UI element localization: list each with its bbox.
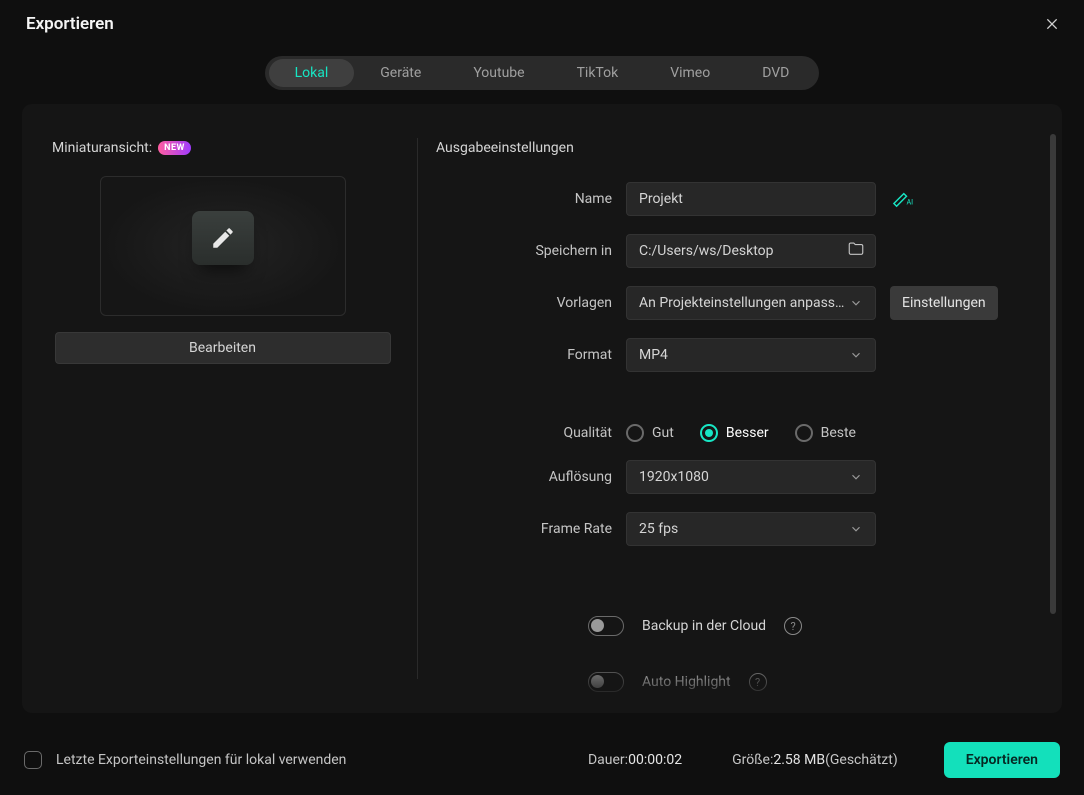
close-button[interactable] [1042, 14, 1062, 34]
resolution-select[interactable]: 1920x1080 [626, 460, 876, 494]
row-name: Name AI [436, 182, 1026, 216]
quality-radio-besser[interactable]: Besser [700, 424, 769, 442]
export-dialog: Exportieren Lokal Geräte Youtube TikTok … [0, 0, 1084, 795]
save-path-value: C:/Users/ws/Desktop [639, 243, 863, 259]
scrollbar-thumb[interactable] [1050, 134, 1056, 614]
row-save-in: Speichern in C:/Users/ws/Desktop [436, 234, 1026, 268]
remember-settings-label: Letzte Exporteinstellungen für lokal ver… [56, 752, 346, 768]
pencil-icon [210, 225, 236, 251]
settings-list: Name AI Speichern in C:/Users/ws/Desktop [436, 182, 1026, 702]
row-cloud-backup: Backup in der Cloud ? [436, 616, 1026, 636]
chevron-down-icon [849, 296, 863, 310]
quality-option-label: Beste [821, 425, 856, 441]
templates-select[interactable]: An Projekteinstellungen anpassen [626, 286, 876, 320]
label-framerate: Frame Rate [436, 521, 612, 537]
duration-value: 00:00:02 [628, 752, 682, 768]
label-format: Format [436, 347, 612, 363]
close-icon [1044, 16, 1060, 32]
browse-folder-button[interactable] [847, 240, 865, 262]
edit-thumbnail-button[interactable]: Bearbeiten [55, 332, 391, 364]
thumbnail-column: Miniaturansicht: NEW Bearbeiten [22, 104, 417, 713]
auto-highlight-label: Auto Highlight [642, 674, 731, 690]
dialog-footer: Letzte Exporteinstellungen für lokal ver… [0, 725, 1084, 795]
thumbnail-placeholder [192, 211, 254, 265]
auto-highlight-toggle[interactable] [588, 672, 624, 692]
main-panel: Miniaturansicht: NEW Bearbeiten Ausgabee… [22, 104, 1062, 713]
thumbnail-preview[interactable] [100, 176, 346, 316]
export-button[interactable]: Exportieren [944, 742, 1060, 778]
framerate-value: 25 fps [639, 521, 849, 537]
tab-geraete[interactable]: Geräte [354, 59, 447, 87]
size-suffix: (Geschätzt) [825, 752, 898, 768]
row-quality: Qualität Gut Besser Beste [436, 424, 1026, 442]
chevron-down-icon [849, 522, 863, 536]
settings-heading: Ausgabeeinstellungen [436, 140, 1026, 156]
help-icon[interactable]: ? [784, 617, 802, 635]
row-auto-highlight: Auto Highlight ? [436, 672, 1026, 692]
row-format: Format MP4 [436, 338, 1026, 372]
remember-settings-checkbox[interactable] [24, 751, 42, 769]
tab-dvd[interactable]: DVD [736, 59, 815, 87]
label-name: Name [436, 191, 612, 207]
folder-icon [847, 240, 865, 258]
row-templates: Vorlagen An Projekteinstellungen anpasse… [436, 286, 1026, 320]
quality-option-label: Besser [726, 425, 769, 441]
resolution-value: 1920x1080 [639, 469, 849, 485]
cloud-backup-label: Backup in der Cloud [642, 618, 766, 634]
quality-radio-beste[interactable]: Beste [795, 424, 856, 442]
quality-option-label: Gut [652, 425, 674, 441]
format-select[interactable]: MP4 [626, 338, 876, 372]
name-input-wrap [626, 182, 876, 216]
scrollbar-track[interactable] [1050, 134, 1056, 713]
size-value: 2.58 MB [773, 752, 825, 768]
tab-youtube[interactable]: Youtube [447, 59, 550, 87]
tab-tiktok[interactable]: TikTok [551, 59, 645, 87]
ai-name-button[interactable]: AI [890, 187, 914, 211]
duration-label: Dauer:00:00:02 [588, 752, 682, 768]
settings-column: Ausgabeeinstellungen Name AI Speichern i… [418, 104, 1062, 713]
tab-vimeo[interactable]: Vimeo [644, 59, 736, 87]
tab-lokal[interactable]: Lokal [269, 59, 355, 87]
label-templates: Vorlagen [436, 295, 612, 311]
dialog-title: Exportieren [26, 14, 114, 34]
framerate-select[interactable]: 25 fps [626, 512, 876, 546]
thumbnail-label: Miniaturansicht: [52, 140, 152, 156]
templates-value: An Projekteinstellungen anpassen [639, 295, 849, 311]
quality-radio-group: Gut Besser Beste [626, 424, 856, 442]
save-path-field[interactable]: C:/Users/ws/Desktop [626, 234, 876, 268]
row-framerate: Frame Rate 25 fps [436, 512, 1026, 546]
name-input[interactable] [639, 191, 863, 207]
help-icon[interactable]: ? [749, 673, 767, 691]
size-label: Größe:2.58 MB(Geschätzt) [732, 752, 898, 768]
row-resolution: Auflösung 1920x1080 [436, 460, 1026, 494]
label-save-in: Speichern in [436, 243, 612, 259]
format-value: MP4 [639, 347, 849, 363]
titlebar: Exportieren [0, 0, 1084, 52]
chevron-down-icon [849, 470, 863, 484]
label-quality: Qualität [436, 425, 612, 441]
quality-radio-gut[interactable]: Gut [626, 424, 674, 442]
new-badge: NEW [158, 141, 191, 155]
cloud-backup-toggle[interactable] [588, 616, 624, 636]
label-resolution: Auflösung [436, 469, 612, 485]
chevron-down-icon [849, 348, 863, 362]
svg-text:AI: AI [907, 197, 914, 206]
template-settings-button[interactable]: Einstellungen [890, 286, 998, 320]
tabs-bar: Lokal Geräte Youtube TikTok Vimeo DVD [0, 52, 1084, 104]
ai-wand-icon: AI [891, 190, 913, 208]
